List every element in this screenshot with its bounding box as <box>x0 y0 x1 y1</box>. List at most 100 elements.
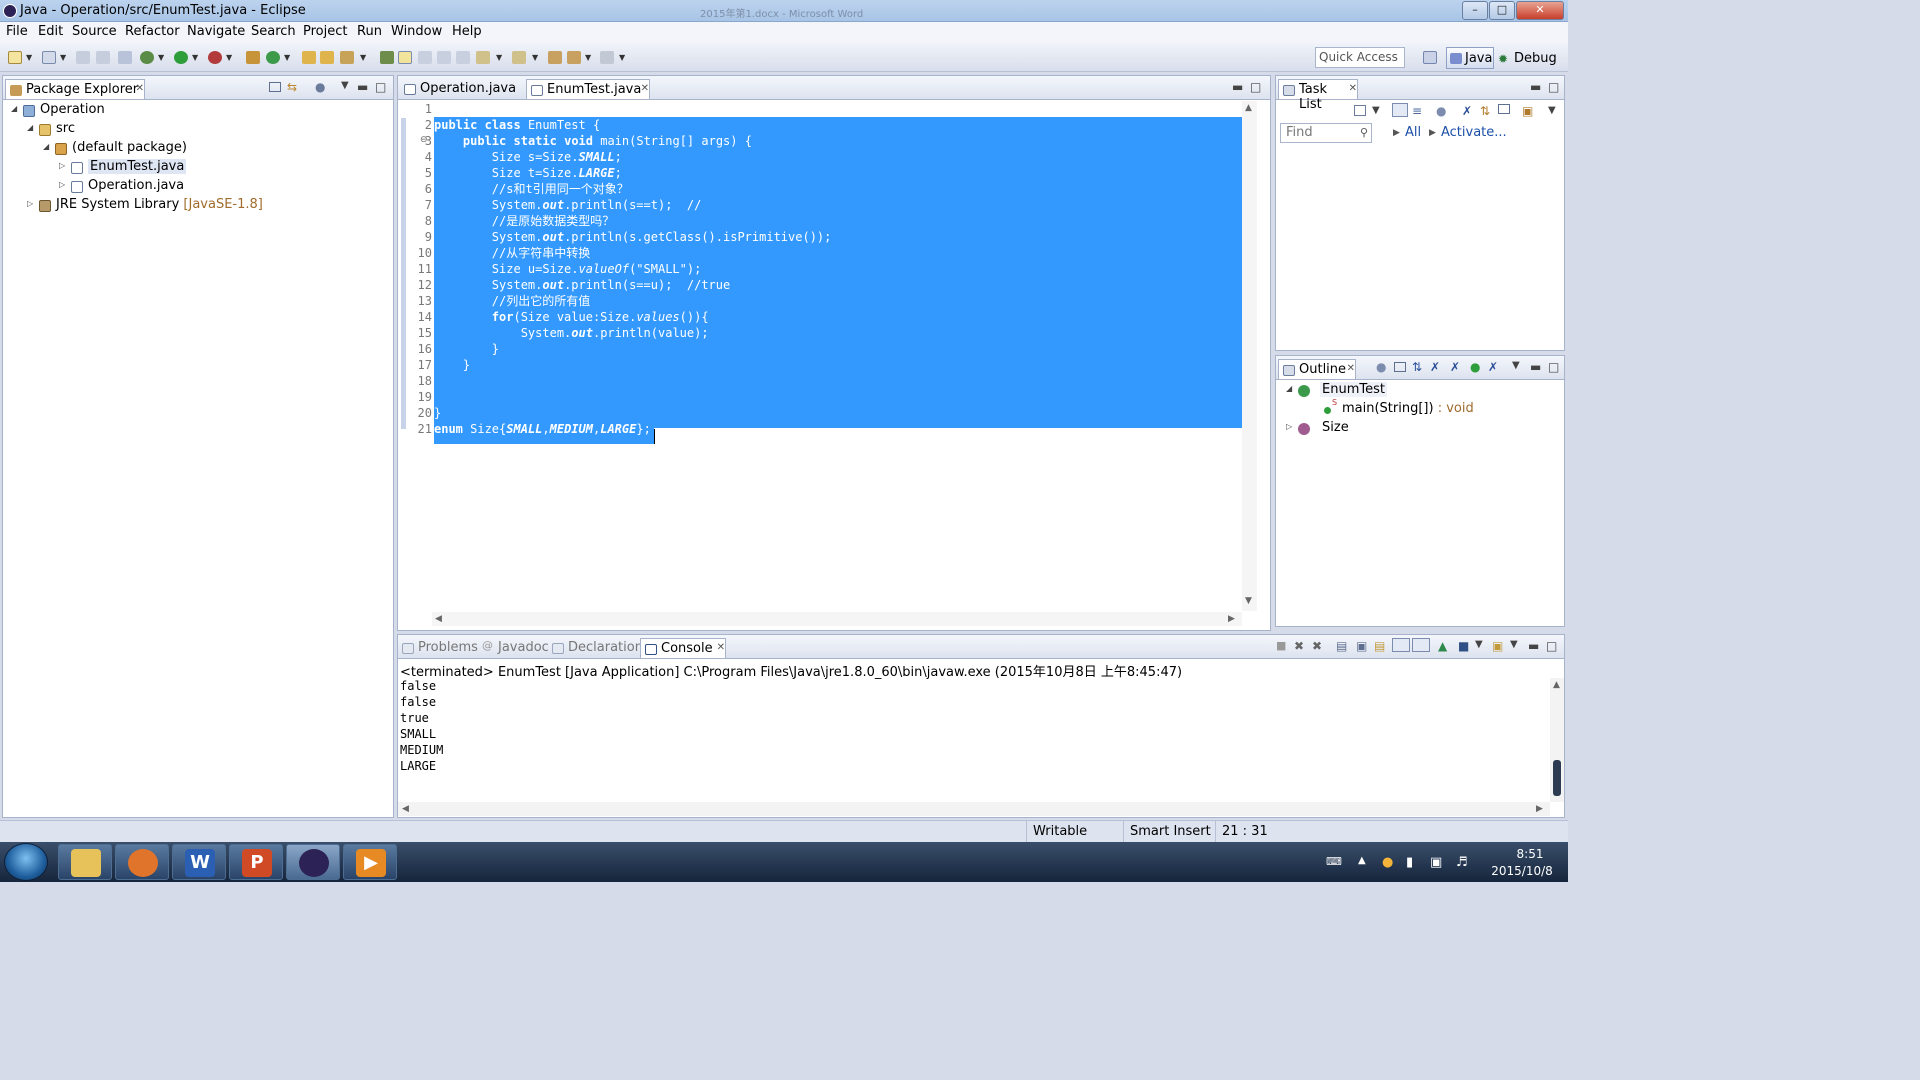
view-menu-icon[interactable]: ● <box>315 80 325 94</box>
chevron-down-icon[interactable]: ▼ <box>60 53 66 62</box>
tab-javadoc[interactable]: @ Javadoc <box>478 638 549 658</box>
collapse-all-icon[interactable] <box>269 82 281 92</box>
external-tools-icon[interactable] <box>208 51 222 64</box>
menu-search[interactable]: Search <box>251 24 296 39</box>
clock-time[interactable]: 8:51 <box>1502 847 1558 861</box>
editor-body[interactable]: 1 2 3 4 5 6 7 8 9 10 11 12 13 14 15 16 17 18 19 20 21 ⊖ publ… <box>398 101 1242 601</box>
show-hidden-icons-icon[interactable]: ▲ <box>1358 855 1366 866</box>
new-task-icon[interactable] <box>1354 105 1366 116</box>
expanded-twisty-icon[interactable]: ◢ <box>43 142 49 151</box>
tab-outline[interactable]: Outline ✕ <box>1278 359 1356 379</box>
chevron-down-icon[interactable]: ▼ <box>532 53 538 62</box>
tab-problems[interactable]: Problems <box>398 638 478 658</box>
debug-perspective-button[interactable]: ✹ Debug <box>1498 51 1557 66</box>
close-icon[interactable]: ✕ <box>136 83 144 94</box>
scroll-left-icon[interactable]: ◀ <box>435 614 442 624</box>
link-with-editor-icon[interactable]: ⇆ <box>287 80 297 94</box>
qq-icon[interactable]: ● <box>1382 855 1393 870</box>
sort-icon[interactable]: ⇅ <box>1412 360 1422 374</box>
open-folder-icon[interactable] <box>302 51 316 64</box>
word-wrap-icon[interactable]: ▤ <box>1374 639 1385 653</box>
minimize-view-icon[interactable]: ▬ <box>1232 80 1243 94</box>
hide-non-public-icon[interactable]: ● <box>1470 360 1480 374</box>
open-console-icon[interactable]: ▣ <box>1492 639 1503 653</box>
tab-console[interactable]: Console ✕ <box>640 638 726 658</box>
menu-refactor[interactable]: Refactor <box>125 24 180 39</box>
taskbar-eclipse[interactable] <box>286 844 340 880</box>
safely-remove-icon[interactable]: ▮ <box>1406 855 1413 870</box>
chevron-down-icon[interactable]: ▼ <box>619 53 625 62</box>
expanded-twisty-icon[interactable]: ◢ <box>1286 384 1292 393</box>
java-perspective-button[interactable]: Java <box>1446 47 1494 69</box>
tab-enumtest-java[interactable]: EnumTest.java ✕ <box>526 79 650 99</box>
sync-icon[interactable]: ▣ <box>1522 104 1533 118</box>
quick-access-input[interactable]: Quick Access <box>1315 47 1405 68</box>
maximize-view-icon[interactable]: □ <box>1250 80 1261 94</box>
all-tasks-link[interactable]: All <box>1405 125 1421 140</box>
start-button[interactable] <box>4 843 48 881</box>
menu-file[interactable]: File <box>6 24 28 39</box>
block-selection-icon[interactable] <box>418 51 432 64</box>
chevron-down-icon[interactable]: ▼ <box>226 53 232 62</box>
whitespace-icon[interactable] <box>437 51 451 64</box>
hide-fields-icon[interactable]: ✗ <box>1430 360 1440 374</box>
highlight-icon[interactable] <box>398 51 412 64</box>
tab-package-explorer[interactable]: Package Explorer ✕ <box>5 79 145 99</box>
console-horizontal-scrollbar[interactable]: ◀ ▶ <box>398 802 1550 816</box>
collapsed-twisty-icon[interactable]: ▷ <box>59 180 65 189</box>
minimize-view-icon[interactable]: ▬ <box>1530 80 1541 94</box>
code-area[interactable]: public class EnumTest { public static vo… <box>434 101 1242 601</box>
fold-collapse-icon[interactable]: ⊖ <box>420 135 428 145</box>
scroll-lock-icon[interactable]: ▣ <box>1356 639 1367 653</box>
terminate-icon[interactable]: ■ <box>1276 639 1286 652</box>
new-icon[interactable] <box>8 51 22 64</box>
chevron-down-icon[interactable]: ▼ <box>360 53 366 62</box>
chevron-down-icon[interactable]: ▼ <box>341 80 349 91</box>
synchronize-icon[interactable]: ⇅ <box>1480 104 1490 118</box>
scroll-down-icon[interactable]: ▼ <box>1245 596 1252 606</box>
minimize-view-icon[interactable]: ▬ <box>1528 639 1539 653</box>
menu-project[interactable]: Project <box>303 24 347 39</box>
collapse-all-icon[interactable] <box>1498 104 1510 114</box>
scroll-left-icon[interactable]: ◀ <box>402 804 409 814</box>
maximize-view-icon[interactable]: □ <box>375 80 386 94</box>
hide-local-types-icon[interactable]: ✗ <box>1488 360 1498 374</box>
scroll-up-icon[interactable]: ▲ <box>1245 103 1252 113</box>
task-find-input[interactable]: Find <box>1280 123 1372 143</box>
scroll-right-icon[interactable]: ▶ <box>1536 804 1543 814</box>
minimize-button[interactable]: – <box>1462 1 1488 20</box>
pin-console-icon[interactable]: ▲ <box>1438 639 1447 653</box>
expanded-twisty-icon[interactable]: ◢ <box>11 104 17 113</box>
taskbar-media-player[interactable]: ▶ <box>343 844 397 880</box>
menu-source[interactable]: Source <box>72 24 117 39</box>
scroll-thumb[interactable] <box>1553 760 1561 796</box>
collapsed-twisty-icon[interactable]: ▷ <box>1286 422 1292 431</box>
paragraph-icon[interactable] <box>456 51 470 64</box>
taskbar-app[interactable] <box>115 844 169 880</box>
minimize-view-icon[interactable]: ▬ <box>357 80 368 94</box>
close-button[interactable]: ✕ <box>1516 1 1564 20</box>
keyboard-icon[interactable]: ⌨ <box>1326 855 1342 868</box>
console-output[interactable]: false false true SMALL MEDIUM LARGE <box>400 678 1550 802</box>
previous-annotation-icon[interactable] <box>512 51 526 64</box>
volume-icon[interactable]: ♬ <box>1456 855 1468 870</box>
last-edit-icon[interactable] <box>548 51 562 64</box>
minimize-view-icon[interactable]: ▬ <box>1530 360 1541 374</box>
chevron-down-icon[interactable]: ▼ <box>1510 639 1518 650</box>
chevron-down-icon[interactable]: ▼ <box>1372 105 1380 116</box>
forward-arrow-icon[interactable] <box>600 51 614 64</box>
maximize-view-icon[interactable]: □ <box>1548 360 1559 374</box>
close-icon[interactable]: ✕ <box>717 642 725 653</box>
menu-edit[interactable]: Edit <box>38 24 63 39</box>
collapsed-twisty-icon[interactable]: ▷ <box>27 199 33 208</box>
tab-operation-java[interactable]: Operation.java <box>400 79 522 99</box>
clock-date[interactable]: 2015/10/8 <box>1484 864 1560 878</box>
chevron-down-icon[interactable]: ▼ <box>1475 639 1483 650</box>
menu-window[interactable]: Window <box>391 24 442 39</box>
editor-vertical-scrollbar[interactable]: ▲ ▼ <box>1242 101 1257 611</box>
debug-icon[interactable] <box>140 51 154 64</box>
console-vertical-scrollbar[interactable]: ▲ <box>1550 678 1564 802</box>
expanded-twisty-icon[interactable]: ◢ <box>27 123 33 132</box>
hide-static-icon[interactable]: ✗ <box>1450 360 1460 374</box>
new-class-icon[interactable] <box>266 51 280 64</box>
